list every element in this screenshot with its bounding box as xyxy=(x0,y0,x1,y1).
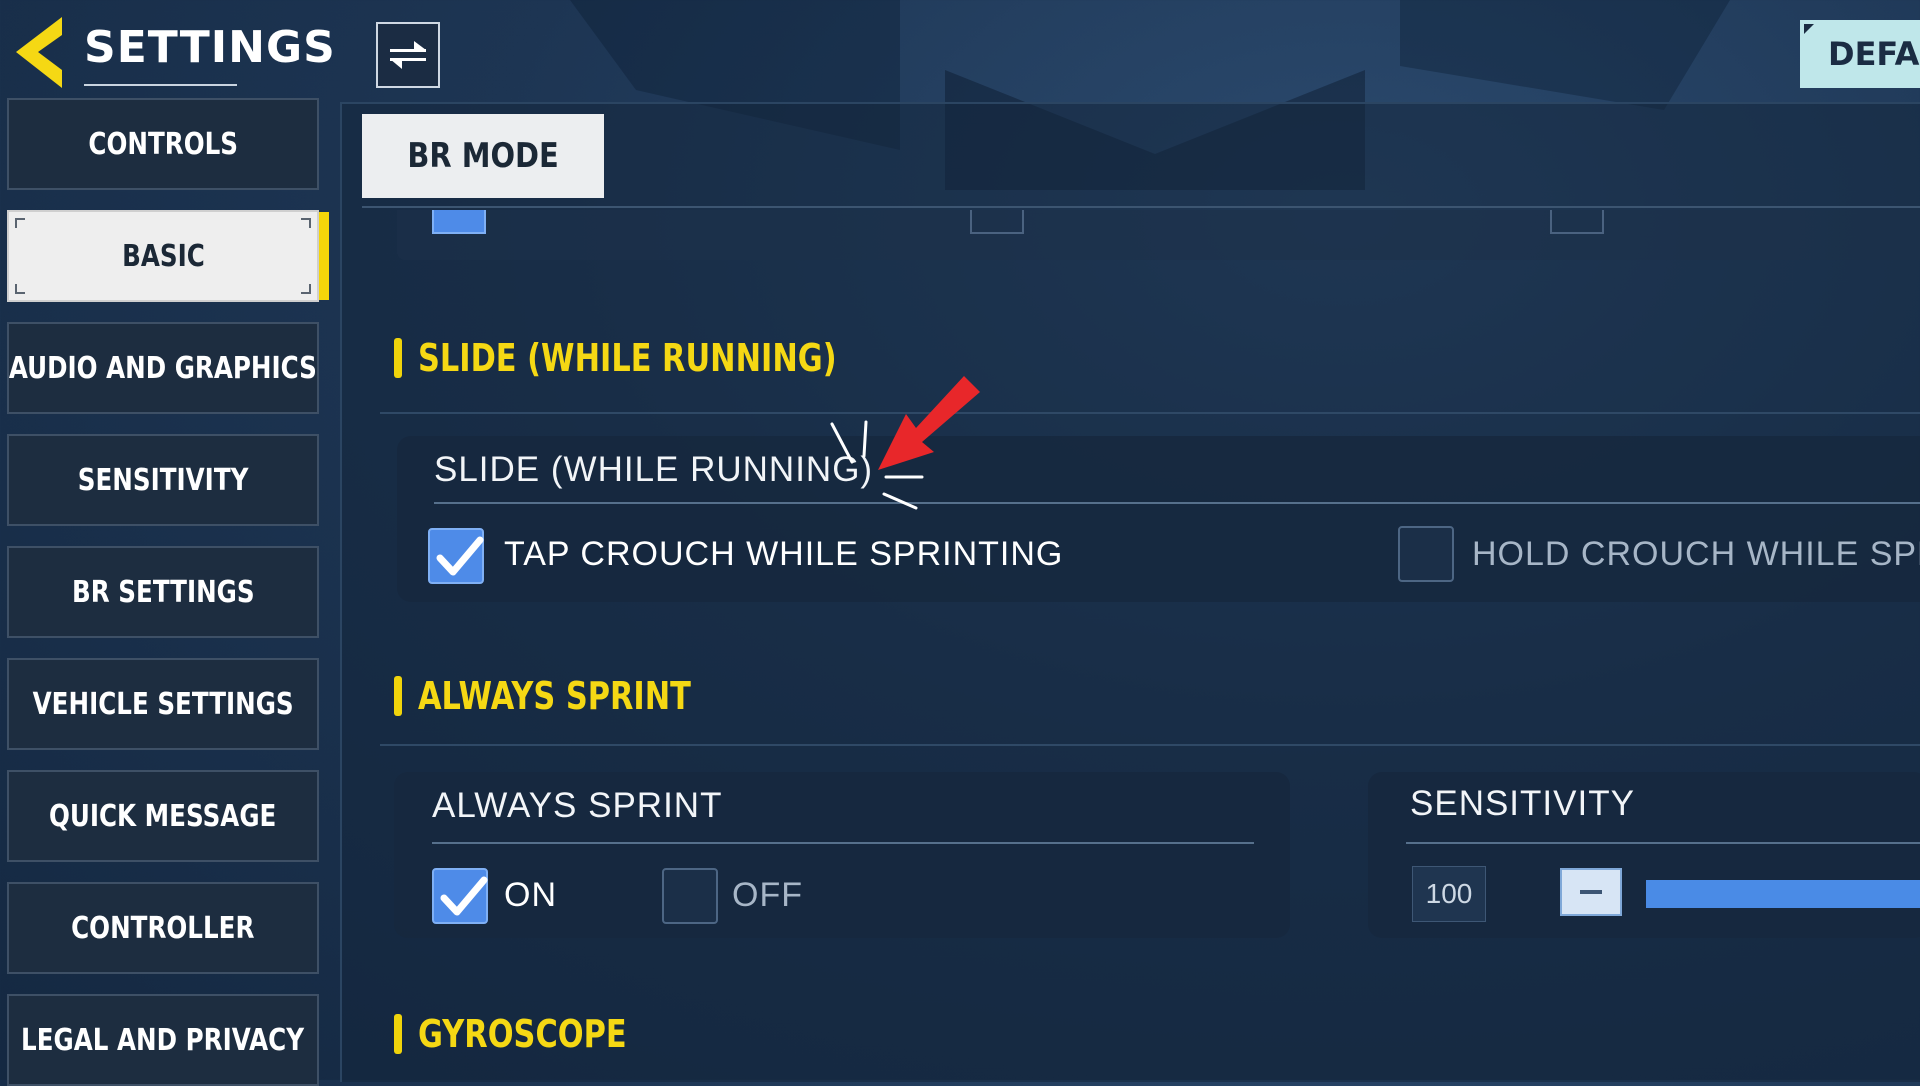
section-title-always-sprint: ALWAYS SPRINT xyxy=(418,674,691,718)
section-marker xyxy=(394,338,402,378)
tap-crouch-checkbox[interactable] xyxy=(428,528,484,584)
sidebar-item-label: SENSITIVITY xyxy=(77,462,249,498)
sidebar-item-sensitivity[interactable]: SENSITIVITY xyxy=(7,434,319,526)
checkmark-icon xyxy=(436,536,484,576)
sidebar-item-label: AUDIO AND GRAPHICS xyxy=(8,350,318,386)
red-arrow-annotation xyxy=(830,376,980,510)
sidebar-item-controls[interactable]: CONTROLS xyxy=(7,98,319,190)
section-divider xyxy=(380,412,1920,414)
sidebar-item-audio-graphics[interactable]: AUDIO AND GRAPHICS xyxy=(7,322,319,414)
sidebar-item-label: CONTROLS xyxy=(88,126,238,162)
sidebar-item-label: CONTROLLER xyxy=(71,910,255,946)
swap-layout-button[interactable] xyxy=(376,22,440,88)
card-title-always-sprint: ALWAYS SPRINT xyxy=(432,786,723,825)
previous-checkbox-checked[interactable] xyxy=(432,210,486,234)
tab-br-mode[interactable]: BR MODE xyxy=(362,114,604,198)
card-divider xyxy=(1406,842,1920,844)
sidebar-item-label: BASIC xyxy=(121,238,205,274)
back-arrow-icon[interactable] xyxy=(10,15,70,90)
page-title: SETTINGS xyxy=(84,22,336,73)
card-title-slide: SLIDE (WHILE RUNNING) xyxy=(434,450,874,489)
sensitivity-decrease-button[interactable] xyxy=(1560,868,1622,916)
corner-mark xyxy=(301,284,311,294)
sidebar-item-controller[interactable]: CONTROLLER xyxy=(7,882,319,974)
corner-mark xyxy=(15,218,25,228)
sensitivity-slider[interactable] xyxy=(1646,880,1920,908)
tab-label: BR MODE xyxy=(407,136,559,176)
sprint-on-label[interactable]: ON xyxy=(504,876,557,915)
sidebar-item-quick-message[interactable]: QUICK MESSAGE xyxy=(7,770,319,862)
sidebar-item-basic[interactable]: BASIC xyxy=(7,210,329,302)
sidebar-item-label: VEHICLE SETTINGS xyxy=(32,686,294,722)
card-title-sensitivity: SENSITIVITY xyxy=(1410,784,1635,823)
checkmark-icon xyxy=(440,876,488,916)
default-button[interactable]: DEFAU xyxy=(1800,20,1920,88)
sidebar-item-label: BR SETTINGS xyxy=(71,574,255,610)
sidebar-item-br-settings[interactable]: BR SETTINGS xyxy=(7,546,319,638)
section-marker xyxy=(394,1014,402,1054)
card-divider xyxy=(432,842,1254,844)
title-underline xyxy=(84,84,237,86)
tap-crouch-label[interactable]: TAP CROUCH WHILE SPRINTING xyxy=(504,535,1063,574)
hold-crouch-checkbox[interactable] xyxy=(1398,526,1454,582)
sprint-off-label[interactable]: OFF xyxy=(732,876,803,915)
sprint-on-checkbox[interactable] xyxy=(432,868,488,924)
sidebar-item-vehicle-settings[interactable]: VEHICLE SETTINGS xyxy=(7,658,319,750)
sprint-off-checkbox[interactable] xyxy=(662,868,718,924)
sidebar-item-legal-privacy[interactable]: LEGAL AND PRIVACY xyxy=(7,994,319,1086)
tab-divider xyxy=(362,206,1920,208)
sidebar-item-label: LEGAL AND PRIVACY xyxy=(21,1022,305,1058)
section-title-gyroscope: GYROSCOPE xyxy=(418,1012,627,1056)
section-divider xyxy=(380,744,1920,746)
previous-setting-card xyxy=(397,210,1920,260)
previous-checkbox[interactable] xyxy=(970,210,1024,234)
corner-mark xyxy=(301,218,311,228)
corner-mark xyxy=(15,284,25,294)
sidebar-item-label: QUICK MESSAGE xyxy=(49,798,277,834)
sensitivity-value-field[interactable]: 100 xyxy=(1412,866,1486,922)
hold-crouch-label[interactable]: HOLD CROUCH WHILE SPRIN xyxy=(1472,535,1920,574)
background-decoration xyxy=(1400,0,1730,110)
section-marker xyxy=(394,676,402,716)
card-divider xyxy=(434,502,1920,504)
swap-arrows-icon xyxy=(390,41,426,69)
previous-checkbox[interactable] xyxy=(1550,210,1604,234)
